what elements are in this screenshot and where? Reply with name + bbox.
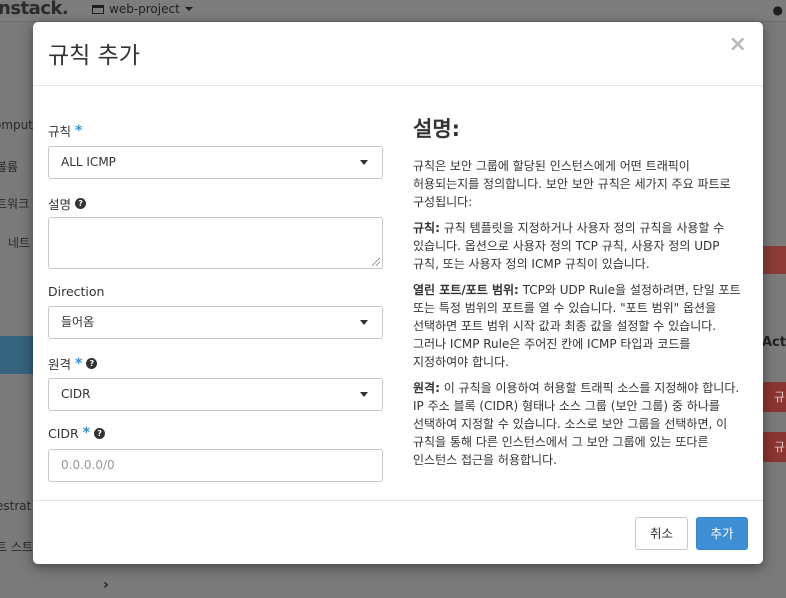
chevron-right-icon[interactable]: › xyxy=(103,577,109,593)
add-rule-modal: 규칙 추가 × 규칙 * ALL ICMP 설명? Direction 들어옴 … xyxy=(33,22,763,564)
remote-select[interactable]: CIDR xyxy=(48,378,383,411)
help-intro: 규칙은 보안 그룹에 할당된 인스턴스에게 어떤 트래픽이 허용되는지를 정의합… xyxy=(413,159,731,209)
row-action-button-1[interactable]: 규 xyxy=(762,382,786,412)
sidebar-item-network[interactable]: 트워크 xyxy=(0,195,29,212)
description-textarea[interactable] xyxy=(48,217,383,269)
cancel-button[interactable]: 취소 xyxy=(635,517,688,550)
resize-handle-icon[interactable] xyxy=(372,258,380,266)
description-label: 설명? xyxy=(48,194,87,213)
close-icon[interactable]: × xyxy=(729,34,747,56)
user-icon[interactable]: ● xyxy=(773,3,783,17)
row-action-button-2[interactable]: 규 xyxy=(762,432,786,462)
help-panel: 설명: 규칙은 보안 그룹에 할당된 인스턴스에게 어떤 트래픽이 허용되는지를… xyxy=(413,113,745,477)
help-port: 열린 포트/포트 범위: TCP와 UDP Rule을 설정하려면, 단일 포트… xyxy=(413,283,741,369)
help-icon[interactable]: ? xyxy=(94,427,106,439)
modal-footer: 취소 추가 xyxy=(33,500,763,564)
add-button[interactable]: 추가 xyxy=(696,517,748,550)
top-navbar: nstack. web-project ● xyxy=(0,0,786,22)
sidebar-item-compute[interactable]: omput xyxy=(0,118,33,132)
cidr-input[interactable]: 0.0.0.0/0 xyxy=(48,449,383,482)
rule-select[interactable]: ALL ICMP xyxy=(48,146,383,179)
modal-title: 규칙 추가 xyxy=(48,43,140,69)
help-title: 설명: xyxy=(413,117,461,141)
brand-logo: nstack. xyxy=(0,0,69,19)
project-icon xyxy=(92,4,104,14)
cidr-label: CIDR *? xyxy=(48,425,106,441)
help-icon[interactable]: ? xyxy=(75,198,87,209)
caret-down-icon xyxy=(360,320,368,325)
project-selector[interactable]: web-project xyxy=(92,2,193,16)
help-rule: 규칙: 규칙 템플릿을 지정하거나 사용자 정의 규칙을 사용할 수 있습니다.… xyxy=(413,221,725,271)
remote-label: 원격 *? xyxy=(48,354,98,373)
caret-down-icon xyxy=(184,7,193,11)
help-icon[interactable]: ? xyxy=(86,358,98,369)
direction-label: Direction xyxy=(48,284,105,299)
modal-body: 규칙 * ALL ICMP 설명? Direction 들어옴 원격 *? CI… xyxy=(33,87,763,500)
actions-column-header: Acti xyxy=(762,335,786,350)
modal-header: 규칙 추가 × xyxy=(33,22,763,86)
direction-select[interactable]: 들어옴 xyxy=(48,306,383,339)
rule-label: 규칙 * xyxy=(48,122,83,140)
sidebar-item-orchestration[interactable]: estrat xyxy=(0,499,31,513)
delete-button-bg[interactable] xyxy=(760,246,786,274)
caret-down-icon xyxy=(360,392,368,397)
caret-down-icon xyxy=(360,160,368,165)
sidebar-item-volumes[interactable]: 볼륨 xyxy=(0,158,18,175)
required-icon: * xyxy=(82,425,91,441)
required-icon: * xyxy=(75,355,83,372)
sidebar-item-network-sub[interactable]: 네트 xyxy=(8,234,30,251)
project-name: web-project xyxy=(109,2,180,16)
required-icon: * xyxy=(75,122,83,139)
sidebar-active-item[interactable] xyxy=(0,336,36,374)
help-remote: 원격: 이 규칙을 이용하여 허용할 트래픽 소스를 지정해야 합니다. IP … xyxy=(413,381,740,467)
sidebar-item-stack[interactable]: 트 스트 xyxy=(0,538,33,555)
